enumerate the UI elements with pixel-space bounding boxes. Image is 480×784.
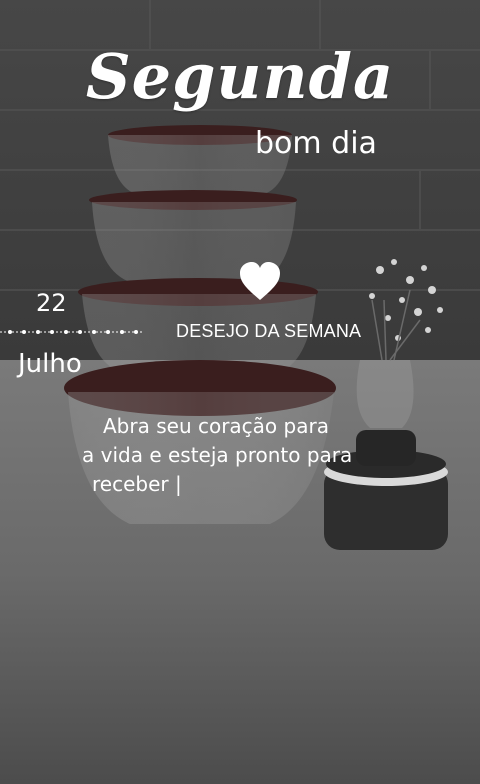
message-line: a vida e esteja pronto para	[82, 443, 353, 467]
message-text: Abra seu coração para a vida e esteja pr…	[78, 412, 408, 499]
date-month: Julho	[18, 349, 82, 379]
story-title: Segunda	[85, 40, 395, 113]
story-subtitle: bom dia	[255, 126, 377, 161]
message-line: receber |	[92, 472, 182, 496]
date-day: 22	[36, 289, 67, 317]
message-line: Abra seu coração para	[103, 414, 329, 438]
heart-icon	[240, 262, 280, 300]
background-photo	[0, 0, 480, 784]
section-heading: DESEJO DA SEMANA	[176, 321, 362, 341]
story-canvas: Segunda bom dia 22 Julho DESEJO DA SEMAN…	[0, 0, 480, 784]
decorative-divider	[0, 330, 144, 334]
